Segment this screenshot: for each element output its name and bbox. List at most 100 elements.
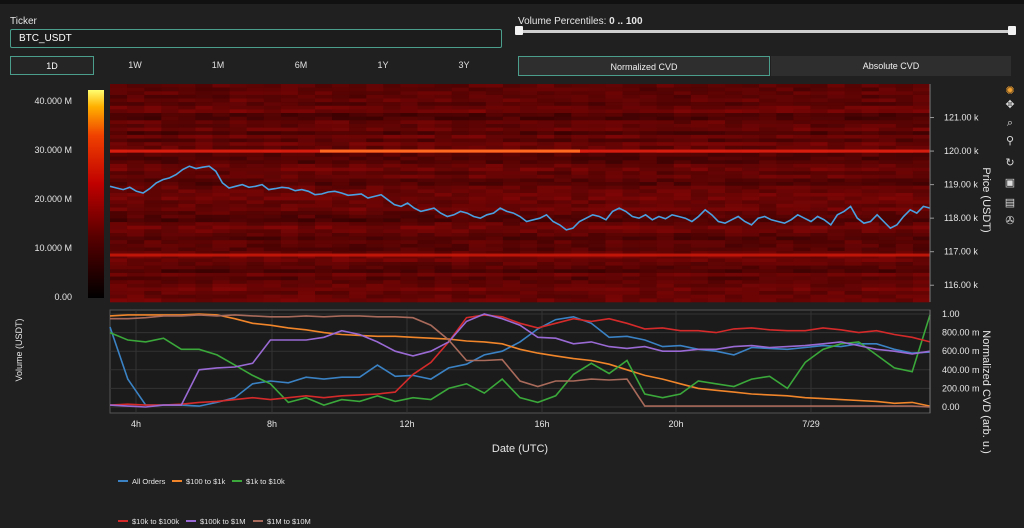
heatmap-cell <box>776 291 794 295</box>
heatmap-cell <box>110 156 128 161</box>
heatmap-cell <box>280 262 299 266</box>
heatmap-cell <box>690 178 709 183</box>
heatmap-cell <box>127 116 145 121</box>
heatmap-cell <box>827 280 846 285</box>
chart-area[interactable]: 40.000 M30.000 M20.000 M10.000 M0.00 Vol… <box>0 84 1000 528</box>
heatmap-cell <box>263 163 282 168</box>
heatmap-cell <box>349 113 367 117</box>
heatmap-cell <box>605 94 623 99</box>
heatmap-cell <box>793 94 811 99</box>
heatmap-cell <box>485 193 504 197</box>
heatmap-cell <box>605 102 623 107</box>
heatmap-cell <box>246 196 265 201</box>
heatmap-cell <box>246 116 265 121</box>
heatmap-cell <box>246 265 265 270</box>
absolute-cvd-button[interactable]: Absolute CVD <box>771 56 1011 76</box>
heatmap-cell <box>878 182 897 186</box>
download-icon[interactable]: ▣ <box>1002 176 1018 190</box>
heatmap-cell <box>263 167 282 172</box>
heatmap-cell <box>759 225 777 230</box>
heatmap-cell <box>110 94 128 99</box>
timeframe-6m-button[interactable]: 6M <box>260 56 342 75</box>
heatmap-cell <box>502 203 521 208</box>
heatmap-cell <box>400 102 418 107</box>
heatmap-cell <box>776 127 794 132</box>
heatmap-cell <box>195 214 213 219</box>
comment-icon[interactable]: ▤ <box>1002 196 1018 210</box>
heatmap-cell <box>161 203 179 208</box>
heatmap-cell <box>383 185 401 190</box>
heatmap-cell <box>912 109 931 114</box>
heatmap-cell <box>759 280 777 285</box>
heatmap-cell <box>895 120 914 125</box>
volume-percentiles-label: Volume Percentiles: 0 .. 100 <box>518 16 643 27</box>
heatmap-cell <box>366 163 384 168</box>
heatmap-cell <box>127 127 145 132</box>
slider-handle-low[interactable] <box>515 26 523 35</box>
ticker-input[interactable] <box>10 29 502 48</box>
heatmap-cell <box>468 276 487 281</box>
logo-icon[interactable]: ✺ <box>1002 84 1018 98</box>
volume-percentile-slider[interactable] <box>518 30 1014 33</box>
heatmap-cell <box>520 185 538 190</box>
slider-handle-high[interactable] <box>1008 26 1016 35</box>
heatmap-cell <box>810 233 828 237</box>
heatmap-cell <box>229 200 248 205</box>
heatmap-cell <box>212 211 231 216</box>
heatmap-cell <box>605 193 623 197</box>
lasso-icon[interactable]: ⚲ <box>1002 134 1018 148</box>
heatmap-cell <box>537 294 555 299</box>
heatmap-cell <box>110 214 128 219</box>
heatmap-cell <box>793 153 811 157</box>
heatmap-cell <box>810 167 828 172</box>
timeframe-3y-button[interactable]: 3Y <box>424 56 504 75</box>
heatmap-cell <box>400 298 418 303</box>
heatmap-cell <box>383 138 401 143</box>
timeframe-1d-button[interactable]: 1D <box>10 56 94 75</box>
heatmap-cell <box>656 163 675 168</box>
heatmap-cell <box>468 229 487 234</box>
heatmap-cell <box>366 153 384 157</box>
heatmap-cell <box>656 178 675 183</box>
heatmap-cell <box>383 142 401 146</box>
reset-icon[interactable]: ↻ <box>1002 156 1018 170</box>
heatmap-cell <box>315 294 333 299</box>
heatmap-cell <box>725 87 743 92</box>
heatmap-cell <box>366 167 384 172</box>
heatmap-cell <box>366 94 384 99</box>
settings-icon[interactable]: ✇ <box>1002 214 1018 228</box>
timeframe-1y-button[interactable]: 1Y <box>342 56 424 75</box>
heatmap-cell <box>246 105 265 110</box>
zoom-icon[interactable]: ⌕ <box>1002 116 1018 130</box>
heatmap-cell <box>605 109 623 114</box>
heatmap-cell <box>537 207 555 212</box>
heatmap-cell <box>263 109 282 114</box>
heatmap-cell <box>878 109 897 114</box>
heatmap-cell <box>742 105 760 110</box>
timeframe-1w-button[interactable]: 1W <box>94 56 176 75</box>
heatmap-cell <box>297 91 316 96</box>
heatmap-cell <box>434 193 453 197</box>
heatmap-cell <box>537 105 555 110</box>
heatmap-cell <box>297 211 316 216</box>
heatmap-cell <box>878 272 897 277</box>
heatmap-cell <box>878 167 897 172</box>
heatmap-cell <box>656 153 675 157</box>
heatmap-cell <box>161 134 179 139</box>
heatmap-cell <box>810 207 828 212</box>
pan-icon[interactable]: ✥ <box>1002 98 1018 112</box>
normalized-cvd-button[interactable]: Normalized CVD <box>518 56 770 76</box>
heatmap-cell <box>861 236 880 241</box>
heatmap-cell <box>690 174 709 179</box>
heatmap-cell <box>246 247 265 252</box>
heatmap-cell <box>383 87 401 92</box>
heatmap-cell <box>451 233 470 237</box>
heatmap-cell <box>366 298 384 303</box>
heatmap-cell <box>878 258 897 263</box>
heatmap-cell <box>349 91 367 96</box>
timeframe-1m-button[interactable]: 1M <box>176 56 260 75</box>
heatmap-cell <box>417 287 436 292</box>
heatmap-cell <box>485 262 504 266</box>
heatmap-cell <box>502 185 521 190</box>
heatmap[interactable] <box>110 84 931 303</box>
